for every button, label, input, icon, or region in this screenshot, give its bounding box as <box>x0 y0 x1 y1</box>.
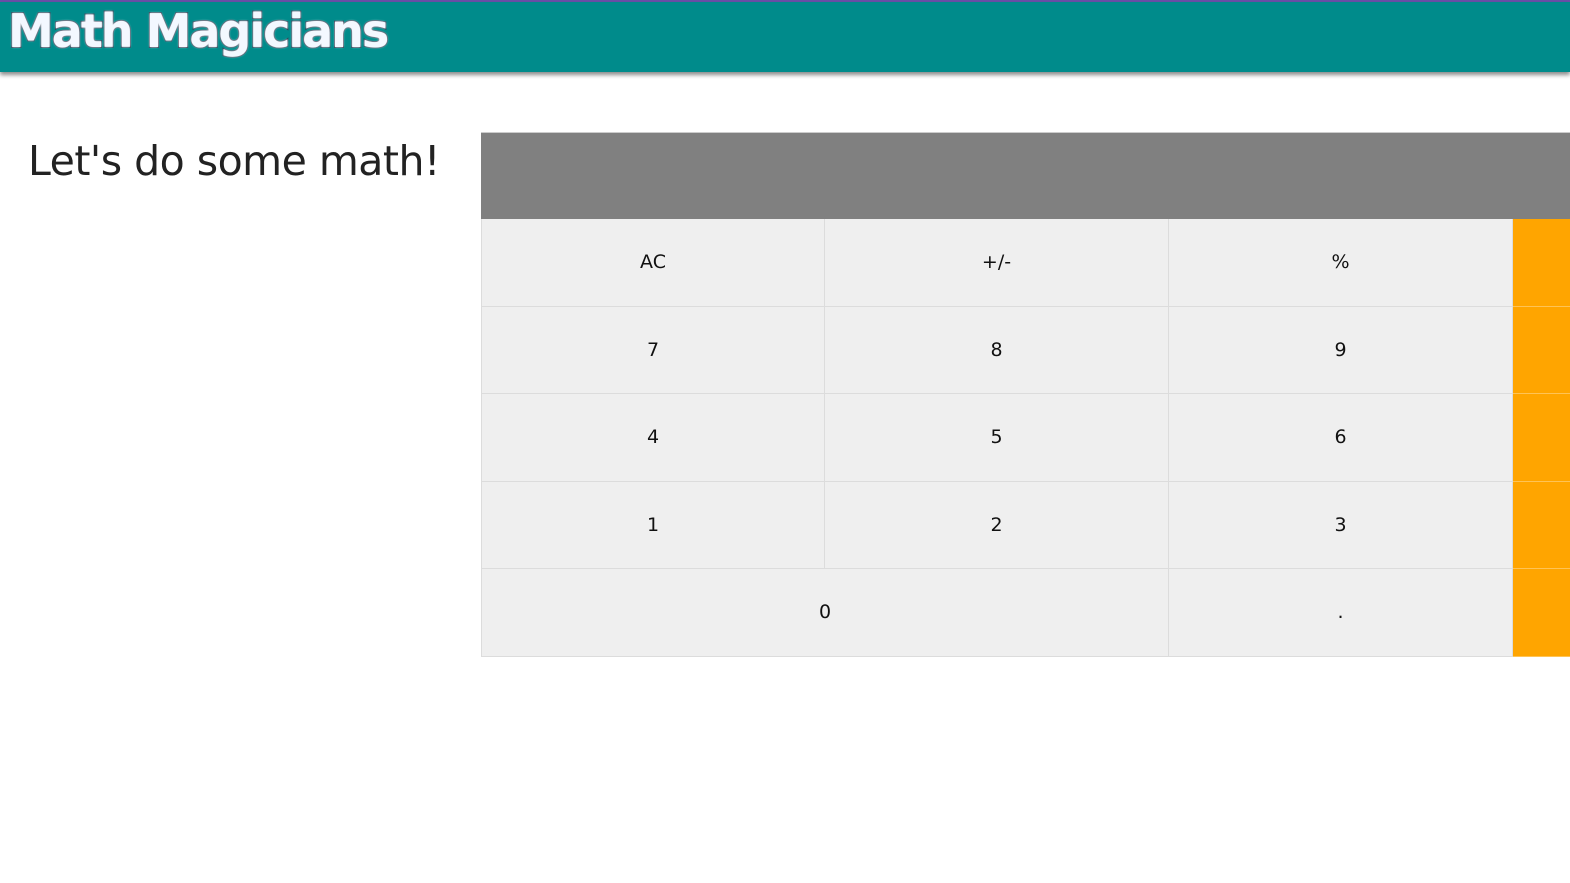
key-ac[interactable]: AC <box>481 219 825 307</box>
key-operator-minus[interactable] <box>1513 394 1570 482</box>
key-percent[interactable]: % <box>1169 219 1513 307</box>
key-operator-plus[interactable] <box>1513 481 1570 569</box>
key-operator-divide[interactable] <box>1513 219 1570 307</box>
key-9[interactable]: 9 <box>1169 306 1513 394</box>
key-8[interactable]: 8 <box>825 306 1169 394</box>
key-4[interactable]: 4 <box>481 394 825 482</box>
calculator-display <box>481 132 1570 219</box>
page-heading: Let's do some math! <box>28 137 440 185</box>
calculator: AC +/- % 7 8 9 4 5 6 1 2 3 0 . <box>481 132 1570 657</box>
app-header: Math Magicians <box>0 2 1570 72</box>
key-3[interactable]: 3 <box>1169 481 1513 569</box>
key-sign[interactable]: +/- <box>825 219 1169 307</box>
key-1[interactable]: 1 <box>481 481 825 569</box>
key-6[interactable]: 6 <box>1169 394 1513 482</box>
key-dot[interactable]: . <box>1169 569 1513 657</box>
app-logo[interactable]: Math Magicians <box>7 3 390 59</box>
key-7[interactable]: 7 <box>481 306 825 394</box>
calculator-keypad: AC +/- % 7 8 9 4 5 6 1 2 3 0 . <box>481 219 1570 657</box>
key-2[interactable]: 2 <box>825 481 1169 569</box>
key-5[interactable]: 5 <box>825 394 1169 482</box>
key-operator-equals[interactable] <box>1513 569 1570 657</box>
key-0[interactable]: 0 <box>481 569 1169 657</box>
key-operator-multiply[interactable] <box>1513 306 1570 394</box>
